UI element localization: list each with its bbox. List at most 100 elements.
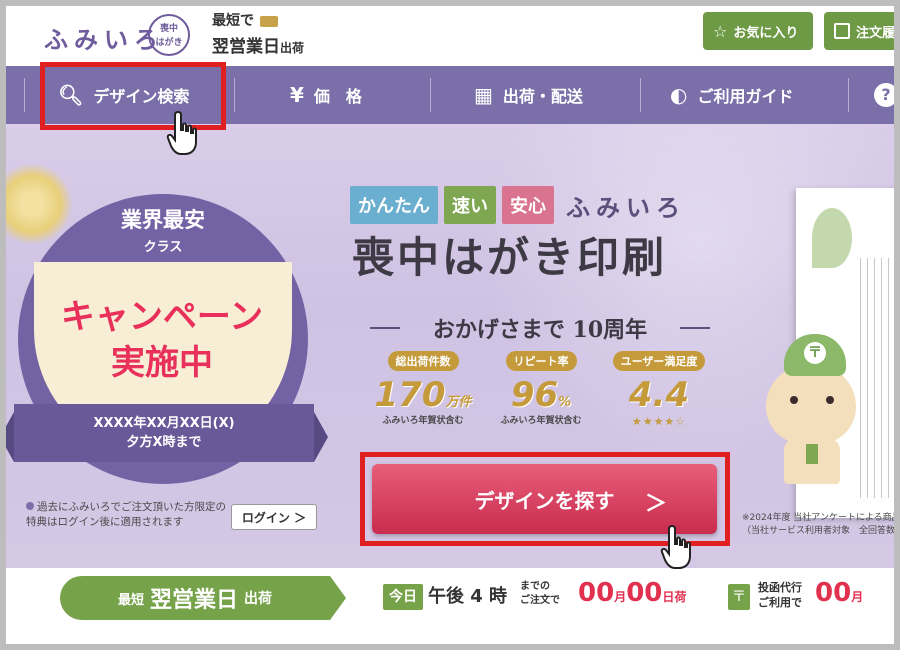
ship-top-line: 最短で <box>212 10 332 30</box>
post-text-line-1: 投函代行 <box>758 581 802 594</box>
feature-tags: かんたん 速い 安心 ふみいろ <box>350 186 686 224</box>
badge-subtitle: クラス <box>143 240 183 255</box>
stat-label: 総出荷件数 <box>387 351 459 371</box>
campaign-line-1: キャンペーン <box>60 297 264 337</box>
stat-note: ふみいろ年賀状含む <box>500 416 582 426</box>
posting-service-text: 投函代行 ご利用で <box>758 580 802 610</box>
ship-month: 00 <box>578 578 615 608</box>
ship-bottom-small: 出荷 <box>280 41 305 55</box>
campaign-text: キャンペーン 実施中 <box>22 294 302 386</box>
nav-shipping[interactable]: ▦ 出荷・配送 <box>474 66 583 124</box>
posting-month-unit: 月 <box>851 590 864 604</box>
hand-pointer-icon <box>166 110 197 155</box>
stats-row: 総出荷件数 170万件 ふみいろ年賀状含む リピート率 96% ふみいろ年賀状含… <box>368 350 718 450</box>
nav-guide-label: ご利用ガイド <box>697 87 794 106</box>
help-icon: ? <box>874 83 898 107</box>
tag-fast: 速い <box>444 186 496 224</box>
stat-value: 4.4 <box>604 375 714 415</box>
bullet-icon <box>26 502 34 510</box>
pill-small: 最短 <box>117 592 144 608</box>
mascot-eye <box>790 396 798 404</box>
nav-separator <box>640 78 641 112</box>
stat-repeat-rate: リピート率 96% ふみいろ年賀状含む <box>486 350 596 450</box>
stat-label: ユーザー満足度 <box>612 351 706 371</box>
stat-number: 170 <box>374 375 446 415</box>
stat-satisfaction: ユーザー満足度 4.4 ★★★★☆ <box>604 350 714 450</box>
today-tag: 今日 <box>383 584 423 610</box>
document-icon <box>834 23 850 39</box>
nav-price-label: 価 格 <box>313 87 362 106</box>
today-small-text: までの ご注文で <box>520 580 560 608</box>
stat-number: 4.4 <box>628 375 690 415</box>
nav-separator <box>848 78 849 112</box>
nav-price[interactable]: ¥ 価 格 <box>290 66 362 124</box>
campaign-deadline-ribbon: XXXX年XX月XX日(X) 夕方X時まで <box>0 404 328 462</box>
ribbon-date: XXXX年XX月XX日(X) <box>93 416 235 431</box>
logo-text: ふみいろ <box>44 26 164 54</box>
today-deadline: 午後 4 時 <box>428 586 508 607</box>
day-unit: 日荷 <box>662 590 687 604</box>
stat-value: 170万件 <box>368 375 478 415</box>
posting-date: 00月 <box>815 578 863 608</box>
favorites-label: お気に入り <box>733 25 799 41</box>
month-unit: 月 <box>614 590 627 604</box>
shipping-pill: 最短 翌営業日 出荷 <box>60 576 346 620</box>
hero-brand: ふみいろ <box>566 193 686 222</box>
stat-label: リピート率 <box>505 351 577 371</box>
nav-separator <box>24 78 25 112</box>
ship-top-text: 最短で <box>212 13 254 29</box>
today-small-line-2: ご注文で <box>520 595 560 606</box>
truck-icon <box>260 15 278 27</box>
favorites-button[interactable]: ☆ お気に入り <box>703 12 813 50</box>
nav-help[interactable]: ? <box>874 66 898 124</box>
today-small-line-1: までの <box>520 581 550 592</box>
campaign-line-2: 実施中 <box>111 343 213 383</box>
site-logo[interactable]: ふみいろ 喪中 はがき <box>40 10 190 56</box>
posting-month: 00 <box>815 578 852 608</box>
calendar-icon: ▦ <box>474 83 493 107</box>
ship-bottom-main: 翌営業日 <box>212 37 280 57</box>
nav-guide[interactable]: ◐ ご利用ガイド <box>670 66 793 124</box>
order-history-label: 注文履 <box>856 25 896 41</box>
login-button[interactable]: ログイン ＞ <box>231 504 317 530</box>
logo-badge: 喪中 はがき <box>148 14 190 56</box>
shipping-bar: 最短 翌営業日 出荷 今日 午後 4 時 までの ご注文で 00月00日荷 〒 … <box>0 568 900 624</box>
pill-tail: 出荷 <box>244 591 273 607</box>
post-text-line-2: ご利用で <box>758 596 802 609</box>
stat-unit: % <box>558 395 572 410</box>
rating-stars: ★★★★☆ <box>631 415 687 428</box>
ship-bottom-line: 翌営業日出荷 <box>212 32 332 57</box>
tag-easy: かんたん <box>350 186 438 224</box>
pill-main: 翌営業日 <box>150 588 239 613</box>
shield-icon: ◐ <box>670 83 688 107</box>
survey-footnote: ※2024年度 当社アンケートによる商品 （当社サービス利用者対象 全回答数 <box>742 512 900 538</box>
ribbon-time: 夕方X時まで <box>126 435 202 450</box>
stat-value: 96% <box>486 375 596 415</box>
ship-day: 00 <box>626 578 663 608</box>
login-note-text: 過去にふみいろでご注文頂いた方限定の特典はログイン後に適用されます <box>26 501 226 528</box>
nav-separator <box>430 78 431 112</box>
shipping-promo: 最短で 翌営業日出荷 <box>212 10 332 57</box>
hero-title: 喪中はがき印刷 <box>352 233 668 282</box>
survey-note-line-1: ※2024年度 当社アンケートによる商品 <box>742 513 900 523</box>
star-icon: ☆ <box>713 21 728 41</box>
logo-badge-text: 喪中 はがき <box>155 24 183 48</box>
anniversary-text: おかげさまで 10周年 <box>370 312 710 344</box>
login-note: 過去にふみいろでご注文頂いた方限定の特典はログイン後に適用されます <box>26 500 236 530</box>
tag-safe: 安心 <box>502 186 554 224</box>
hand-pointer-icon <box>660 524 691 569</box>
post-mark-icon: 〒 <box>804 342 826 364</box>
nav-separator <box>234 78 235 112</box>
stat-note: ふみいろ年賀状含む <box>382 416 464 426</box>
order-history-button[interactable]: 注文履 <box>824 12 900 50</box>
site-header: ふみいろ 喪中 はがき 最短で 翌営業日出荷 ☆ お気に入り 注文履 <box>0 0 900 66</box>
badge-title: 業界最安 <box>121 208 205 232</box>
survey-note-line-2: （当社サービス利用者対象 全回答数 <box>742 526 896 536</box>
mascot-head <box>766 364 856 444</box>
stat-shipments: 総出荷件数 170万件 ふみいろ年賀状含む <box>368 350 478 450</box>
yen-icon: ¥ <box>290 83 304 107</box>
post-box-icon: 〒 <box>728 584 750 610</box>
stat-unit: 万件 <box>445 395 472 410</box>
mascot-eye <box>826 396 834 404</box>
nav-shipping-label: 出荷・配送 <box>502 87 583 106</box>
